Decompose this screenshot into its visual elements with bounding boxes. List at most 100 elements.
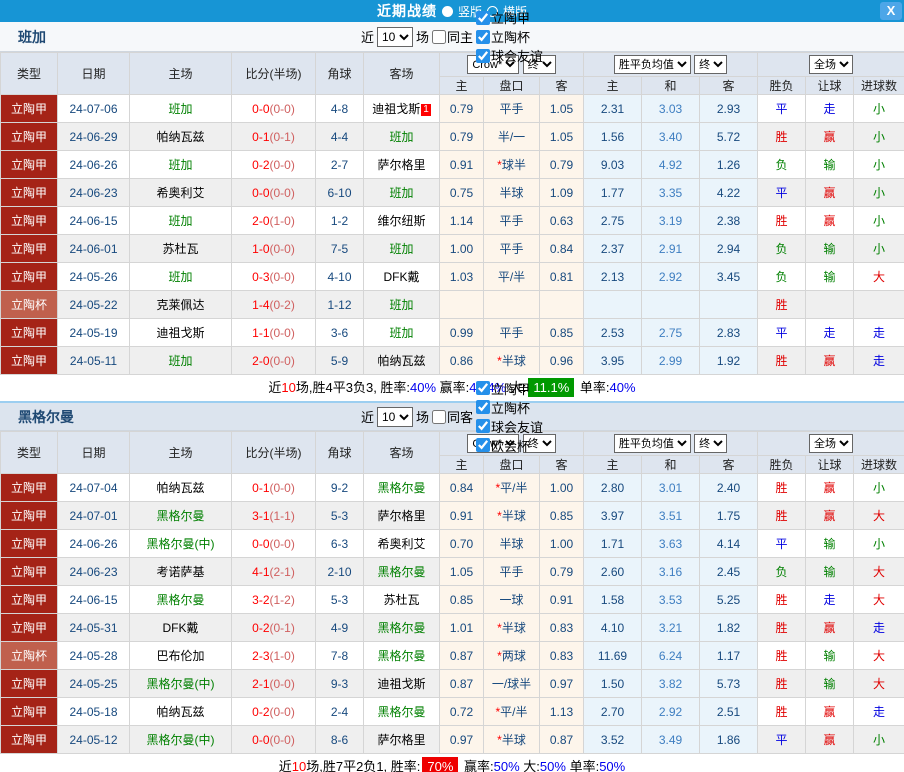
score-cell: 0-1(0-1) xyxy=(231,122,316,151)
league-checkbox-2[interactable] xyxy=(476,48,491,63)
league-checkbox-0[interactable] xyxy=(476,381,491,395)
away-odds-cell: 0.84 xyxy=(539,234,584,263)
match-row: 立陶杯 24-05-22 克莱佩达 1-4(0-2) 1-12 班加胜 xyxy=(0,290,904,319)
mean-away-cell: 2.83 xyxy=(698,318,759,347)
mean-away-cell: 2.45 xyxy=(698,557,759,586)
summary-line: 近10场,胜7平2负1, 胜率: 70% 赢率:50% 大:50% 单率:50% xyxy=(0,754,904,772)
mean-home-cell: 3.95 xyxy=(583,346,642,375)
mean-final-select[interactable]: 终 xyxy=(694,434,728,453)
same-away-checkbox[interactable] xyxy=(432,409,446,424)
mean-draw-cell: 3.19 xyxy=(641,206,700,235)
score-cell: 3-2(1-2) xyxy=(231,585,316,614)
handicap-result-cell: 输 xyxy=(805,669,855,698)
home-team-cell: 黑格尔曼(中) xyxy=(129,669,232,698)
asterisk-mark: * xyxy=(497,649,502,663)
corners-cell: 3-6 xyxy=(315,318,364,347)
handicap-cell: 半球 xyxy=(483,529,540,558)
scope-select[interactable]: 全场 xyxy=(809,55,854,74)
league-checkbox-0[interactable] xyxy=(476,10,491,25)
halftime-score: (0-0) xyxy=(269,704,295,719)
home-team-cell: 巴布伦加 xyxy=(129,641,232,670)
handicap-cell: 半球 xyxy=(483,178,540,207)
home-team-cell: 帕纳瓦兹 xyxy=(129,473,232,502)
league-checkbox-1[interactable] xyxy=(476,29,491,44)
goals-result-cell: 大 xyxy=(853,585,904,614)
halftime-score: (0-0) xyxy=(269,101,295,116)
corners-cell: 4-9 xyxy=(315,613,364,642)
fulltime-score: 4-1 xyxy=(252,564,270,579)
handicap-result-cell: 走 xyxy=(805,318,855,347)
col-handicap-result: 让球 xyxy=(805,455,855,474)
away-team-cell: 萨尔格里 xyxy=(363,150,440,179)
away-team-cell: 黑格尔曼 xyxy=(363,697,440,726)
games-count-select[interactable]: 10 xyxy=(376,26,413,47)
match-date-cell: 24-07-01 xyxy=(57,501,130,530)
league-filter-group: 立陶甲 立陶杯 球会友谊 欧会杯 xyxy=(476,379,543,455)
summary-part: 40% xyxy=(609,380,636,395)
mean-select[interactable]: 胜平负均值 xyxy=(613,55,691,74)
mean-final-select[interactable]: 终 xyxy=(694,55,728,74)
away-team-name: 黑格尔曼 xyxy=(377,649,426,663)
handicap-cell: *半球 xyxy=(483,346,540,375)
mean-home-cell: 4.10 xyxy=(583,613,642,642)
handicap-result-cell: 输 xyxy=(805,150,855,179)
summary-part: 10 xyxy=(291,759,307,772)
league-type-cell: 立陶甲 xyxy=(0,585,58,614)
mean-select[interactable]: 胜平负均值 xyxy=(613,434,691,453)
goals-result-cell: 走 xyxy=(853,318,904,347)
league-type-cell: 立陶甲 xyxy=(0,697,58,726)
same-home-checkbox[interactable] xyxy=(432,29,446,44)
score-cell: 0-0(0-0) xyxy=(231,178,316,207)
same-home-filter: 同主 xyxy=(432,27,473,46)
score-cell: 2-3(1-0) xyxy=(231,641,316,670)
red-card-badge: 1 xyxy=(421,104,431,116)
col-odds-away: 客 xyxy=(539,76,584,95)
league-checkbox-1[interactable] xyxy=(476,400,491,414)
handicap-cell: 平手 xyxy=(483,234,540,263)
league-type-cell: 立陶甲 xyxy=(0,613,58,642)
away-odds-cell: 0.85 xyxy=(539,318,584,347)
home-team-cell: 班加 xyxy=(129,262,232,291)
corners-cell: 5-3 xyxy=(315,501,364,530)
away-team-cell: 维尔纽斯 xyxy=(363,206,440,235)
corners-cell: 7-8 xyxy=(315,641,364,670)
away-odds-cell: 1.00 xyxy=(539,473,584,502)
mean-draw-cell: 3.01 xyxy=(641,473,700,502)
score-cell: 0-2(0-1) xyxy=(231,613,316,642)
filter-controls: 近 10 场 同主 立陶甲 立陶杯 球会友谊 xyxy=(361,8,543,65)
home-odds-cell: 0.87 xyxy=(439,669,484,698)
mean-away-cell: 1.86 xyxy=(698,725,759,754)
summary-part: 单率: xyxy=(565,759,600,772)
mean-draw-cell: 3.51 xyxy=(641,501,700,530)
home-team-cell: 班加 xyxy=(129,206,232,235)
corners-cell: 9-2 xyxy=(315,473,364,502)
games-count-select[interactable]: 10 xyxy=(376,406,413,427)
mean-home-cell: 2.75 xyxy=(583,206,642,235)
halftime-score: (0-0) xyxy=(269,732,295,747)
col-date: 日期 xyxy=(57,431,130,474)
league-checkbox-3[interactable] xyxy=(476,438,491,452)
mean-draw-cell: 3.82 xyxy=(641,669,700,698)
col-mean-home: 主 xyxy=(583,76,642,95)
handicap-result-cell: 赢 xyxy=(805,697,855,726)
mean-draw-cell: 2.91 xyxy=(641,234,700,263)
fulltime-score: 1-1 xyxy=(252,325,270,340)
scope-select[interactable]: 全场 xyxy=(809,434,854,453)
handicap-result-cell: 输 xyxy=(805,641,855,670)
fulltime-score: 1-0 xyxy=(252,241,270,256)
league-checkbox-2[interactable] xyxy=(476,419,491,433)
league-label-2: 球会友谊 xyxy=(491,419,544,435)
corners-cell: 2-7 xyxy=(315,150,364,179)
match-row: 立陶甲 24-06-26 班加 0-2(0-0) 2-7 萨尔格里 0.91 *球半 0.79 9… xyxy=(0,150,904,179)
winloss-result-cell: 胜 xyxy=(757,473,807,502)
corners-cell: 2-10 xyxy=(315,557,364,586)
away-team-cell: 迪祖戈斯 1 xyxy=(363,94,440,123)
mean-home-cell: 1.77 xyxy=(583,178,642,207)
corners-cell: 8-6 xyxy=(315,725,364,754)
mean-home-cell: 1.50 xyxy=(583,669,642,698)
corners-cell: 6-10 xyxy=(315,178,364,207)
goals-result-cell: 大 xyxy=(853,262,904,291)
close-button[interactable]: X xyxy=(880,2,902,20)
mean-away-cell: 5.25 xyxy=(698,585,759,614)
handicap-result-cell: 赢 xyxy=(805,613,855,642)
